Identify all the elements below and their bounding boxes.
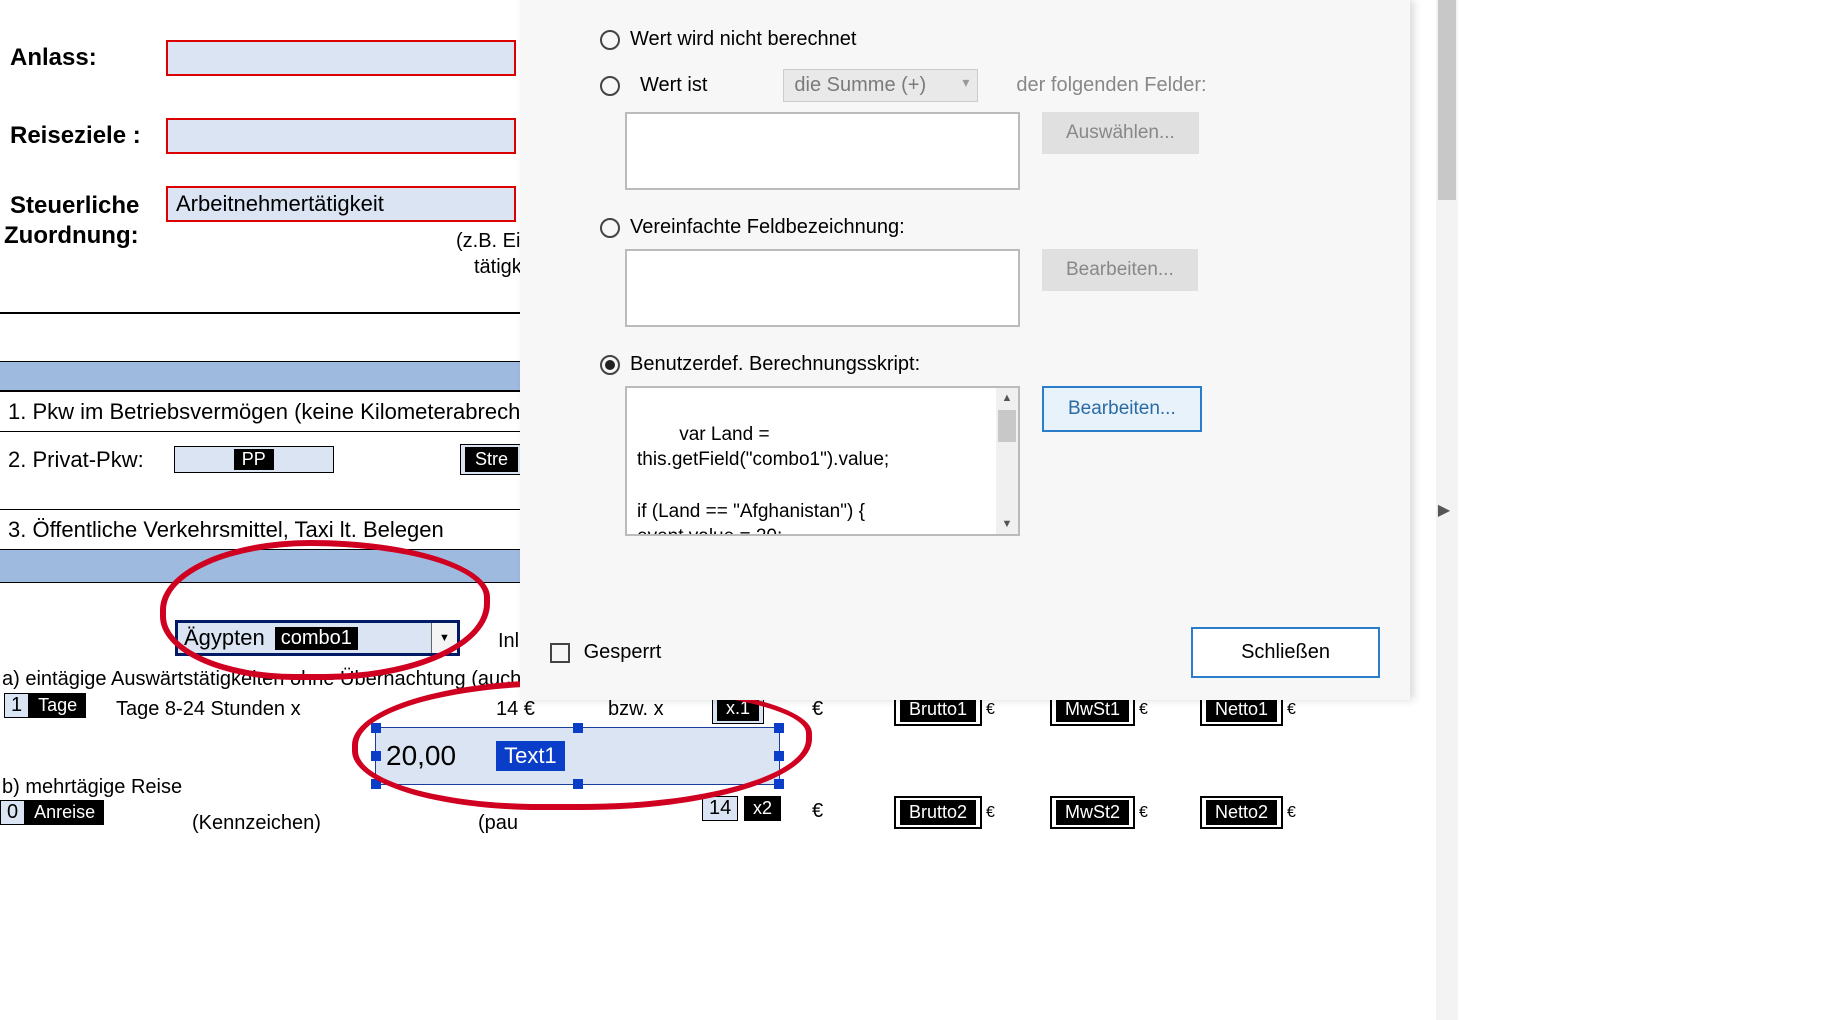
auswaehlen-button[interactable]: Auswählen... [1042, 112, 1199, 154]
radio-label-1: Wert wird nicht berechnet [630, 28, 856, 51]
script-textarea[interactable]: var Land = this.getField("combo1").value… [625, 386, 1020, 536]
resize-handle[interactable] [774, 723, 784, 733]
brutto2-cell[interactable]: Brutto2 € [894, 796, 995, 829]
close-button[interactable]: Schließen [1191, 627, 1380, 678]
gesperrt-label: Gesperrt [584, 641, 662, 663]
mwst1-badge: MwSt1 [1056, 697, 1129, 722]
a-euro-1: € [812, 698, 823, 721]
scroll-thumb[interactable] [1438, 0, 1456, 200]
euro-sym: € [986, 804, 995, 822]
b-euro: € [812, 800, 823, 823]
resize-handle[interactable] [573, 723, 583, 733]
line-b-text: b) mehrtägige Reise [2, 776, 182, 799]
anreise-box[interactable]: 0 Anreise [0, 800, 104, 825]
label-zuordnung: Zuordnung: [4, 222, 139, 250]
netto2-badge: Netto2 [1206, 800, 1277, 825]
resize-handle[interactable] [371, 751, 381, 761]
pau-caption: (pau [478, 812, 518, 835]
b-x2-badge: x2 [744, 796, 781, 821]
radio-row-no-calc[interactable]: Wert wird nicht berechnet [600, 28, 1380, 51]
b-14-box[interactable]: 14 [702, 796, 738, 821]
operation-select[interactable]: die Summe (+) [783, 69, 978, 102]
brutto1-badge: Brutto1 [900, 697, 976, 722]
radio-icon[interactable] [600, 218, 620, 238]
a-bzw: bzw. x [608, 698, 664, 721]
text1-field[interactable]: 20,00 Text1 [375, 727, 780, 785]
radio-row-value-is[interactable]: Wert ist die Summe (+) der folgenden Fel… [600, 69, 1380, 102]
resize-handle[interactable] [774, 779, 784, 789]
resize-handle[interactable] [371, 779, 381, 789]
radio-label-3: Vereinfachte Feldbezeichnung: [630, 216, 905, 239]
radio-icon[interactable] [600, 30, 620, 50]
anreise-label: Anreise [25, 800, 104, 825]
field-kennzeichen[interactable]: PP [174, 446, 334, 473]
combo1-field[interactable]: Ägypten combo1 ▼ [175, 620, 460, 656]
pp-badge: PP [234, 449, 274, 470]
row2-label: 2. Privat-Pkw: [8, 447, 144, 473]
radio-icon-selected[interactable] [600, 355, 620, 375]
netto1-badge: Netto1 [1206, 697, 1277, 722]
operation-select-value: die Summe (+) [794, 74, 926, 96]
resize-handle[interactable] [371, 723, 381, 733]
mwst2-cell[interactable]: MwSt2 € [1050, 796, 1148, 829]
text1-fieldname: Text1 [496, 741, 565, 771]
field-steuerliche-value: Arbeitnehmertätigkeit [176, 191, 384, 217]
tage-num: 1 [4, 693, 29, 718]
euro-sym: € [1139, 701, 1148, 719]
bearbeiten-button-1[interactable]: Bearbeiten... [1042, 249, 1198, 291]
field-reiseziele[interactable] [166, 118, 516, 154]
field-steuerliche[interactable]: Arbeitnehmertätigkeit [166, 186, 516, 222]
line-a-text: a) eintägige Auswärtstätigkeiten ohne Üb… [2, 668, 582, 691]
radio-label-4: Benutzerdef. Berechnungsskript: [630, 353, 920, 376]
tage-box[interactable]: 1 Tage [4, 693, 86, 718]
script-scrollbar[interactable]: ▲ ▼ [996, 388, 1018, 534]
expand-panel-icon[interactable]: ▶ [1434, 488, 1454, 532]
kennzeichen-caption: (Kennzeichen) [192, 812, 321, 835]
euro-sym: € [986, 701, 995, 719]
euro-sym: € [1287, 701, 1296, 719]
radio-row-custom-script[interactable]: Benutzerdef. Berechnungsskript: [600, 353, 1380, 376]
simplified-box[interactable] [625, 249, 1020, 327]
script-content: var Land = this.getField("combo1").value… [637, 424, 889, 536]
text1-value: 20,00 [386, 740, 456, 772]
brutto2-badge: Brutto2 [900, 800, 976, 825]
resize-handle[interactable] [774, 751, 784, 761]
checkbox-icon[interactable] [550, 643, 570, 663]
row3-text: 3. Öffentliche Verkehrsmittel, Taxi lt. … [8, 517, 444, 543]
radio-row-simplified[interactable]: Vereinfachte Feldbezeichnung: [600, 216, 1380, 239]
fields-list-box[interactable] [625, 112, 1020, 190]
netto2-cell[interactable]: Netto2 € [1200, 796, 1296, 829]
field-stre[interactable]: Stre [460, 444, 523, 475]
calculation-dialog: Wert wird nicht berechnet Wert ist die S… [520, 0, 1410, 700]
resize-handle[interactable] [573, 779, 583, 789]
hint-taetigk: tätigk [474, 256, 522, 279]
radio-icon[interactable] [600, 76, 620, 96]
chevron-down-icon[interactable]: ▼ [431, 623, 457, 653]
tage-8-24-text: Tage 8-24 Stunden x [116, 698, 301, 721]
scroll-thumb[interactable] [998, 410, 1016, 442]
a-14-euro: 14 € [496, 698, 535, 721]
radio-label-2: Wert ist [640, 74, 707, 97]
radio2-suffix: der folgenden Felder: [1016, 74, 1206, 97]
field-anlass[interactable] [166, 40, 516, 76]
scroll-up-icon[interactable]: ▲ [996, 388, 1018, 408]
combo1-value: Ägypten [184, 625, 265, 651]
combo1-fieldname: combo1 [275, 627, 358, 650]
row1-text: 1. Pkw im Betriebsvermögen (keine Kilome… [8, 399, 557, 425]
scroll-down-icon[interactable]: ▼ [996, 514, 1018, 534]
euro-sym: € [1287, 804, 1296, 822]
label-reiseziele: Reiseziele : [10, 122, 141, 150]
anreise-num: 0 [0, 800, 25, 825]
label-anlass: Anlass: [10, 44, 97, 72]
label-steuerliche: Steuerliche [10, 192, 139, 220]
bearbeiten-button-2[interactable]: Bearbeiten... [1042, 386, 1202, 432]
stre-badge: Stre [465, 447, 518, 472]
tage-label: Tage [29, 693, 86, 718]
gesperrt-checkbox-row[interactable]: Gesperrt [550, 641, 661, 664]
euro-sym: € [1139, 804, 1148, 822]
mwst2-badge: MwSt2 [1056, 800, 1129, 825]
